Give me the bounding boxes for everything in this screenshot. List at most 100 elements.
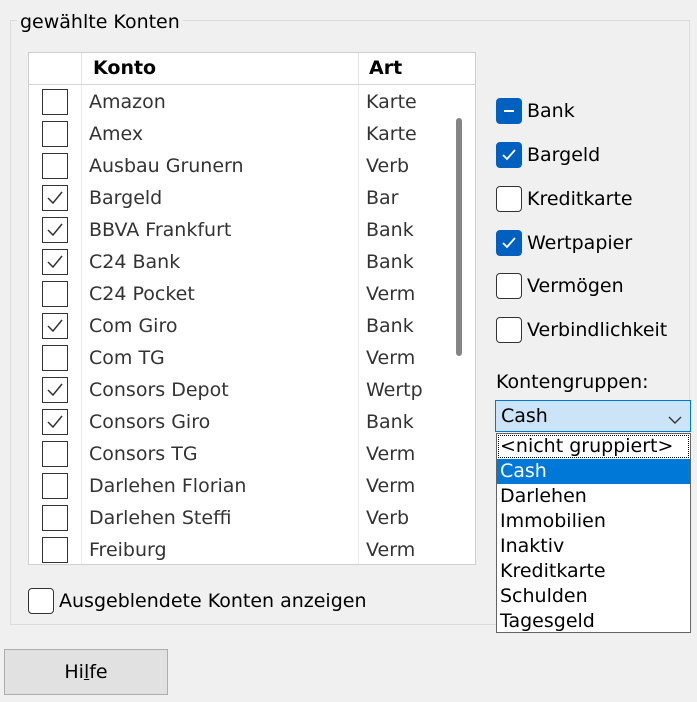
- row-checkbox[interactable]: [42, 153, 68, 179]
- list-scrollbar[interactable]: [456, 118, 462, 356]
- checkmark-icon: [47, 255, 63, 269]
- table-row[interactable]: Com Giro Bank: [29, 310, 475, 342]
- dropdown-option[interactable]: Cash: [497, 459, 690, 484]
- account-type: Verm: [366, 475, 416, 497]
- account-name: Com Giro: [89, 315, 178, 337]
- list-header: Konto Art: [29, 53, 475, 85]
- table-row[interactable]: BBVA Frankfurt Bank: [29, 214, 475, 246]
- checkmark-icon: [47, 191, 63, 205]
- table-row[interactable]: Freiburg Verm: [29, 534, 475, 564]
- checkmark-icon: [47, 383, 63, 397]
- dropdown-option[interactable]: Inaktiv: [497, 534, 690, 559]
- filter-label: Kreditkarte: [527, 188, 633, 210]
- account-name: Darlehen Florian: [89, 475, 247, 497]
- row-checkbox[interactable]: [42, 89, 68, 115]
- account-type: Bank: [366, 315, 414, 337]
- table-row[interactable]: Ausbau Grunern Verb: [29, 150, 475, 182]
- table-row[interactable]: Darlehen Steffi Verb: [29, 502, 475, 534]
- chevron-down-icon: [668, 410, 682, 429]
- dropdown-option[interactable]: Tagesgeld: [497, 609, 690, 634]
- mnemonic-letter: l: [83, 661, 90, 683]
- table-row[interactable]: Com TG Verm: [29, 342, 475, 374]
- table-row[interactable]: Consors TG Verm: [29, 438, 475, 470]
- row-checkbox[interactable]: [42, 281, 68, 307]
- show-hidden-label: Ausgeblendete Konten anzeigen: [59, 590, 367, 612]
- account-type: Verb: [366, 507, 410, 529]
- row-checkbox[interactable]: [42, 313, 68, 339]
- filter-label: Vermögen: [527, 275, 624, 297]
- dropdown-option[interactable]: Darlehen: [497, 484, 690, 509]
- table-row[interactable]: Amazon Karte: [29, 86, 475, 118]
- account-name: Darlehen Steffi: [89, 507, 232, 529]
- table-row[interactable]: Darlehen Florian Verm: [29, 470, 475, 502]
- filter-label: Wertpapier: [527, 232, 633, 254]
- account-type: Bank: [366, 219, 414, 241]
- kontengruppen-combobox[interactable]: Cash: [495, 400, 691, 432]
- group-title: gewählte Konten: [17, 10, 183, 34]
- filter-label: Verbindlichkeit: [527, 319, 668, 341]
- account-type: Verm: [366, 347, 416, 369]
- row-checkbox[interactable]: [42, 185, 68, 211]
- account-name: C24 Pocket: [89, 283, 195, 305]
- account-type: Karte: [366, 123, 417, 145]
- help-button[interactable]: Hilfe: [4, 649, 168, 695]
- checkbox-box: [496, 273, 522, 299]
- account-type: Bar: [366, 187, 399, 209]
- table-row[interactable]: Amex Karte: [29, 118, 475, 150]
- account-name: Amazon: [89, 91, 166, 113]
- checkbox-box: [28, 588, 54, 614]
- account-name: Consors Giro: [89, 411, 211, 433]
- table-row[interactable]: C24 Pocket Verm: [29, 278, 475, 310]
- checkmark-icon: [47, 319, 63, 333]
- checkbox-box: [496, 317, 522, 343]
- row-checkbox[interactable]: [42, 473, 68, 499]
- combobox-value: Cash: [501, 405, 548, 427]
- row-checkbox[interactable]: [42, 441, 68, 467]
- account-name: Consors Depot: [89, 379, 229, 401]
- row-checkbox[interactable]: [42, 121, 68, 147]
- row-checkbox[interactable]: [42, 377, 68, 403]
- dropdown-option[interactable]: <nicht gruppiert>: [497, 434, 690, 459]
- row-checkbox[interactable]: [42, 537, 68, 563]
- table-row[interactable]: Consors Depot Wertp: [29, 374, 475, 406]
- table-row[interactable]: Bargeld Bar: [29, 182, 475, 214]
- account-type: Bank: [366, 411, 414, 433]
- table-row[interactable]: C24 Bank Bank: [29, 246, 475, 278]
- checkmark-icon: [47, 223, 63, 237]
- minus-icon: [504, 110, 514, 112]
- dropdown-option[interactable]: Schulden: [497, 584, 690, 609]
- header-art[interactable]: Art: [358, 53, 475, 84]
- kontengruppen-label: Kontengruppen:: [496, 371, 649, 393]
- filter-label: Bargeld: [527, 144, 601, 166]
- account-name: Amex: [89, 123, 144, 145]
- checkbox-box: [496, 142, 522, 168]
- dropdown-option[interactable]: Immobilien: [497, 509, 690, 534]
- help-button-label: Hilfe: [64, 661, 108, 683]
- dropdown-option[interactable]: Kreditkarte: [497, 559, 690, 584]
- account-type: Verm: [366, 283, 416, 305]
- checkmark-icon: [502, 237, 516, 249]
- row-checkbox[interactable]: [42, 409, 68, 435]
- header-checkbox-column[interactable]: [29, 53, 81, 84]
- account-name: Com TG: [89, 347, 165, 369]
- account-name: BBVA Frankfurt: [89, 219, 232, 241]
- row-checkbox[interactable]: [42, 249, 68, 275]
- row-checkbox[interactable]: [42, 217, 68, 243]
- checkmark-icon: [502, 149, 516, 161]
- header-konto[interactable]: Konto: [81, 53, 358, 84]
- checkbox-box: [496, 230, 522, 256]
- checkbox-box: [496, 98, 522, 124]
- table-row[interactable]: Consors Giro Bank: [29, 406, 475, 438]
- account-type: Wertp: [366, 379, 423, 401]
- row-checkbox[interactable]: [42, 345, 68, 371]
- account-name: Freiburg: [89, 539, 167, 561]
- account-type: Verm: [366, 539, 416, 561]
- account-name: C24 Bank: [89, 251, 181, 273]
- account-name: Consors TG: [89, 443, 198, 465]
- filter-label: Bank: [527, 100, 575, 122]
- account-type: Verm: [366, 443, 416, 465]
- account-type: Verb: [366, 155, 410, 177]
- account-type: Bank: [366, 251, 414, 273]
- accounts-list[interactable]: Konto Art Amazon Karte Amex Karte Ausbau Gru…: [28, 52, 476, 565]
- row-checkbox[interactable]: [42, 505, 68, 531]
